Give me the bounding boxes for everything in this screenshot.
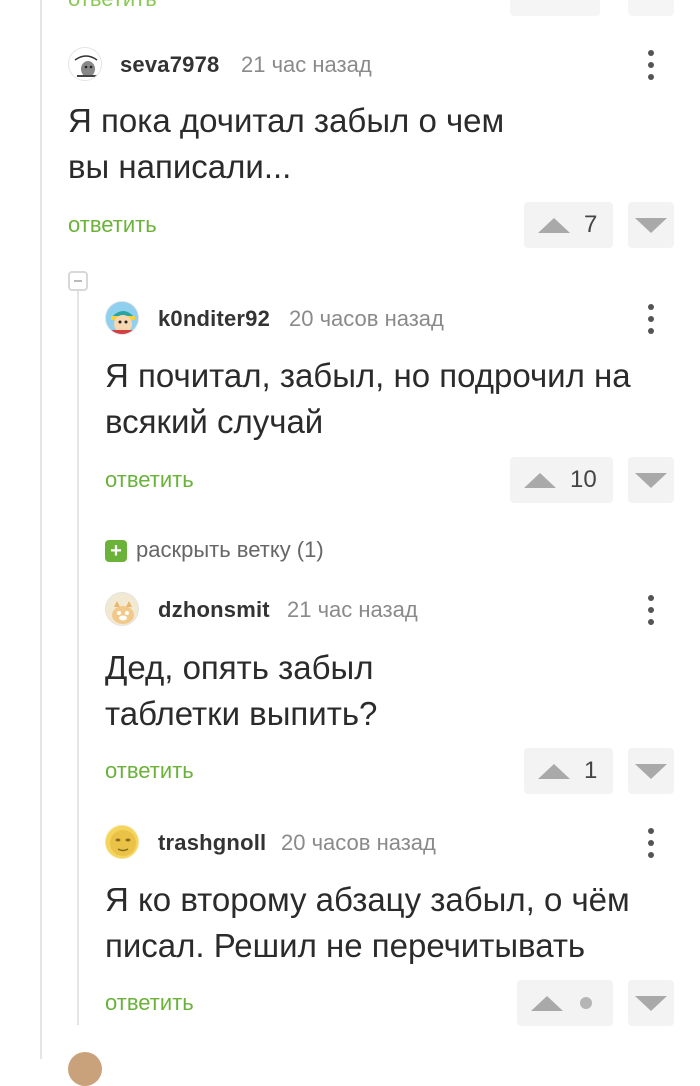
thread-line-outer (40, 0, 42, 1059)
rating-count: 10 (570, 466, 597, 493)
comment-time: 21 час назад (287, 597, 418, 622)
rating-count: 1 (584, 757, 598, 784)
comment-username[interactable]: k0nditer92 (158, 306, 270, 332)
downvote-button[interactable] (628, 457, 674, 503)
upvote-arrow-icon (524, 472, 556, 488)
prev-upvote-button[interactable] (510, 0, 600, 16)
avatar[interactable] (105, 592, 139, 626)
collapse-thread-button[interactable] (68, 271, 88, 291)
comment-username[interactable]: dzhonsmit (158, 597, 270, 623)
downvote-arrow-icon (635, 217, 667, 233)
downvote-button[interactable] (628, 202, 674, 248)
downvote-arrow-icon (635, 472, 667, 488)
comment-text: Я пока дочитал забыл о чем вы написали..… (68, 102, 505, 185)
downvote-arrow-icon (635, 763, 667, 779)
expand-thread-link[interactable]: раскрыть ветку (1) (136, 537, 324, 563)
avatar[interactable] (68, 47, 102, 81)
moon-face-avatar-icon (106, 826, 138, 858)
comment-text: Дед, опять забыл таблетки выпить? (105, 649, 378, 732)
thread-line-inner (77, 291, 79, 1025)
avatar[interactable] (105, 301, 139, 335)
next-comment-avatar[interactable] (68, 1052, 102, 1086)
comment-username[interactable]: seva7978 (120, 52, 219, 78)
cartman-avatar-icon (106, 302, 138, 334)
downvote-arrow-icon (635, 995, 667, 1011)
more-options-icon[interactable] (645, 828, 657, 862)
comment-time: 20 часов назад (281, 830, 436, 855)
more-options-icon[interactable] (645, 50, 657, 84)
reply-link[interactable]: ответить (105, 467, 194, 493)
upvote-button[interactable]: 7 (524, 202, 613, 248)
more-options-icon[interactable] (645, 595, 657, 629)
expand-thread-icon[interactable]: + (105, 540, 127, 562)
avatar[interactable] (105, 825, 139, 859)
cat-avatar-icon (106, 593, 138, 625)
reply-link[interactable]: ответить (105, 758, 194, 784)
reply-link[interactable]: ответить (105, 990, 194, 1016)
rating-hidden-dot-icon (580, 997, 592, 1009)
prev-reply-link[interactable]: ответить (68, 0, 157, 12)
comment-text: Я ко второму абзацу забыл, о чём писал. … (105, 881, 630, 964)
upvote-button[interactable]: 10 (510, 457, 613, 503)
comment-time: 20 часов назад (289, 306, 444, 331)
upvote-arrow-icon (531, 995, 563, 1011)
downvote-button[interactable] (628, 980, 674, 1026)
upvote-button[interactable]: 1 (524, 748, 613, 794)
comment-username[interactable]: trashgnoll (158, 830, 266, 856)
reply-link[interactable]: ответить (68, 212, 157, 238)
downvote-button[interactable] (628, 748, 674, 794)
meme-avatar-icon (69, 48, 101, 80)
comment-text: Я почитал, забыл, но подрочил на всякий … (105, 357, 631, 440)
upvote-button[interactable] (517, 980, 613, 1026)
comment-time: 21 час назад (241, 52, 372, 77)
prev-downvote-button[interactable] (628, 0, 674, 16)
more-options-icon[interactable] (645, 304, 657, 338)
upvote-arrow-icon (538, 763, 570, 779)
upvote-arrow-icon (538, 217, 570, 233)
rating-count: 7 (584, 211, 598, 238)
